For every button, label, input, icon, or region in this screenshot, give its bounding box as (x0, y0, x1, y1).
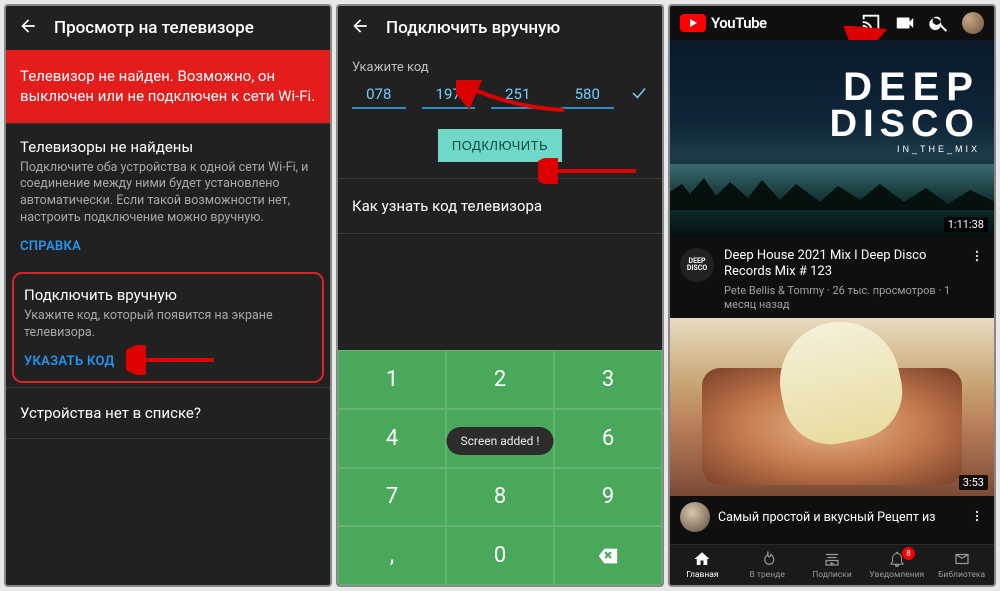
back-icon[interactable] (18, 16, 38, 40)
notification-badge: 8 (902, 547, 915, 560)
key-backspace[interactable] (554, 526, 662, 585)
key-7[interactable]: 7 (338, 468, 446, 527)
phone-screen-3: YouTube DEEP DISCO IN_THE_MIX 1:11:38 DE… (668, 4, 996, 587)
connect-button[interactable]: ПОДКЛЮЧИТЬ (438, 129, 562, 162)
enter-code-link[interactable]: УКАЗАТЬ КОД (24, 354, 115, 369)
tv-not-found-section: Телевизоры не найдены Подключите оба уст… (6, 123, 330, 269)
page-title: Просмотр на телевизоре (54, 18, 254, 38)
annotation-arrow-icon (126, 345, 216, 375)
youtube-logo[interactable]: YouTube (680, 14, 767, 32)
page-title: Подключить вручную (386, 18, 560, 38)
key-0[interactable]: 0 (446, 526, 554, 585)
how-to-find-code-row[interactable]: Как узнать код телевизора (338, 178, 662, 234)
channel-avatar[interactable] (680, 502, 710, 532)
error-banner: Телевизор не найден. Возможно, он выключ… (6, 50, 330, 123)
nav-notifications[interactable]: 8 Уведомления (864, 545, 929, 585)
video-subtitle: Pete Bellis & Tommy · 26 тыс. просмотров… (724, 284, 960, 313)
key-4[interactable]: 4 (338, 409, 446, 468)
cast-icon[interactable] (860, 12, 882, 34)
key-2[interactable]: 2 (446, 350, 554, 409)
back-icon[interactable] (350, 16, 370, 40)
video-info-row-2[interactable]: Самый простой и вкусный Рецепт из (670, 496, 994, 532)
camera-icon[interactable] (894, 12, 916, 34)
field-label: Укажите код (352, 60, 648, 75)
check-icon (630, 84, 648, 106)
brand-text: YouTube (711, 14, 767, 32)
silhouette-decoration (670, 174, 996, 210)
code-entry-area: Укажите код 078 197 251 580 ПОДКЛЮЧИТЬ (338, 50, 662, 178)
section-title: Телевизоры не найдены (20, 138, 316, 156)
video-thumbnail-1[interactable]: DEEP DISCO IN_THE_MIX 1:11:38 (670, 40, 994, 238)
code-field-2[interactable]: 197 (422, 81, 476, 109)
duration-badge: 3:53 (959, 475, 988, 490)
key-8[interactable]: 8 (446, 468, 554, 527)
numeric-keypad: 1 2 3 4 5 6 7 8 9 , 0 (338, 350, 662, 585)
nav-subscriptions[interactable]: Подписки (800, 545, 865, 585)
code-field-3[interactable]: 251 (491, 81, 545, 109)
phone-screen-1: Просмотр на телевизоре Телевизор не найд… (4, 4, 332, 587)
key-1[interactable]: 1 (338, 350, 446, 409)
bottom-navigation: Главная В тренде Подписки 8 Уведомления … (670, 544, 994, 585)
app-bar: Просмотр на телевизоре (6, 6, 330, 50)
key-3[interactable]: 3 (554, 350, 662, 409)
toast-message: Screen added ! (447, 427, 554, 455)
connect-manually-section[interactable]: Подключить вручную Укажите код, который … (12, 272, 324, 383)
device-not-listed-row[interactable]: Устройства нет в списке? (6, 387, 330, 438)
nav-home[interactable]: Главная (670, 545, 735, 585)
thumbnail-title-art: DEEP DISCO IN_THE_MIX (830, 68, 980, 154)
key-6[interactable]: 6 (554, 409, 662, 468)
video-metadata: Deep House 2021 Mix I Deep Disco Records… (724, 248, 960, 312)
help-link[interactable]: СПРАВКА (20, 239, 81, 254)
section-title: Подключить вручную (24, 286, 312, 304)
spacer (6, 438, 330, 585)
section-body: Подключите оба устройства к одной сети W… (20, 160, 316, 228)
video-title: Самый простой и вкусный Рецепт из (718, 510, 962, 525)
video-title: Deep House 2021 Mix I Deep Disco Records… (724, 248, 960, 281)
video-info-row[interactable]: DEEP DISCO Deep House 2021 Mix I Deep Di… (670, 238, 994, 318)
key-9[interactable]: 9 (554, 468, 662, 527)
nav-library[interactable]: Библиотека (929, 545, 994, 585)
more-icon[interactable] (970, 508, 984, 527)
youtube-top-bar: YouTube (670, 6, 994, 40)
duration-badge: 1:11:38 (944, 217, 988, 232)
nav-trending[interactable]: В тренде (735, 545, 800, 585)
code-input-row: 078 197 251 580 (352, 81, 648, 109)
code-field-1[interactable]: 078 (352, 81, 406, 109)
channel-avatar[interactable]: DEEP DISCO (680, 248, 714, 282)
search-icon[interactable] (928, 12, 950, 34)
play-icon (680, 14, 706, 32)
app-bar: Подключить вручную (338, 6, 662, 50)
key-comma[interactable]: , (338, 526, 446, 585)
video-thumbnail-2[interactable]: 3:53 (670, 318, 994, 496)
code-field-4[interactable]: 580 (561, 81, 615, 109)
more-icon[interactable] (970, 248, 984, 312)
account-avatar[interactable] (962, 12, 984, 34)
section-body: Укажите код, который появится на экране … (24, 308, 312, 342)
phone-screen-2: Подключить вручную Укажите код 078 197 2… (336, 4, 664, 587)
